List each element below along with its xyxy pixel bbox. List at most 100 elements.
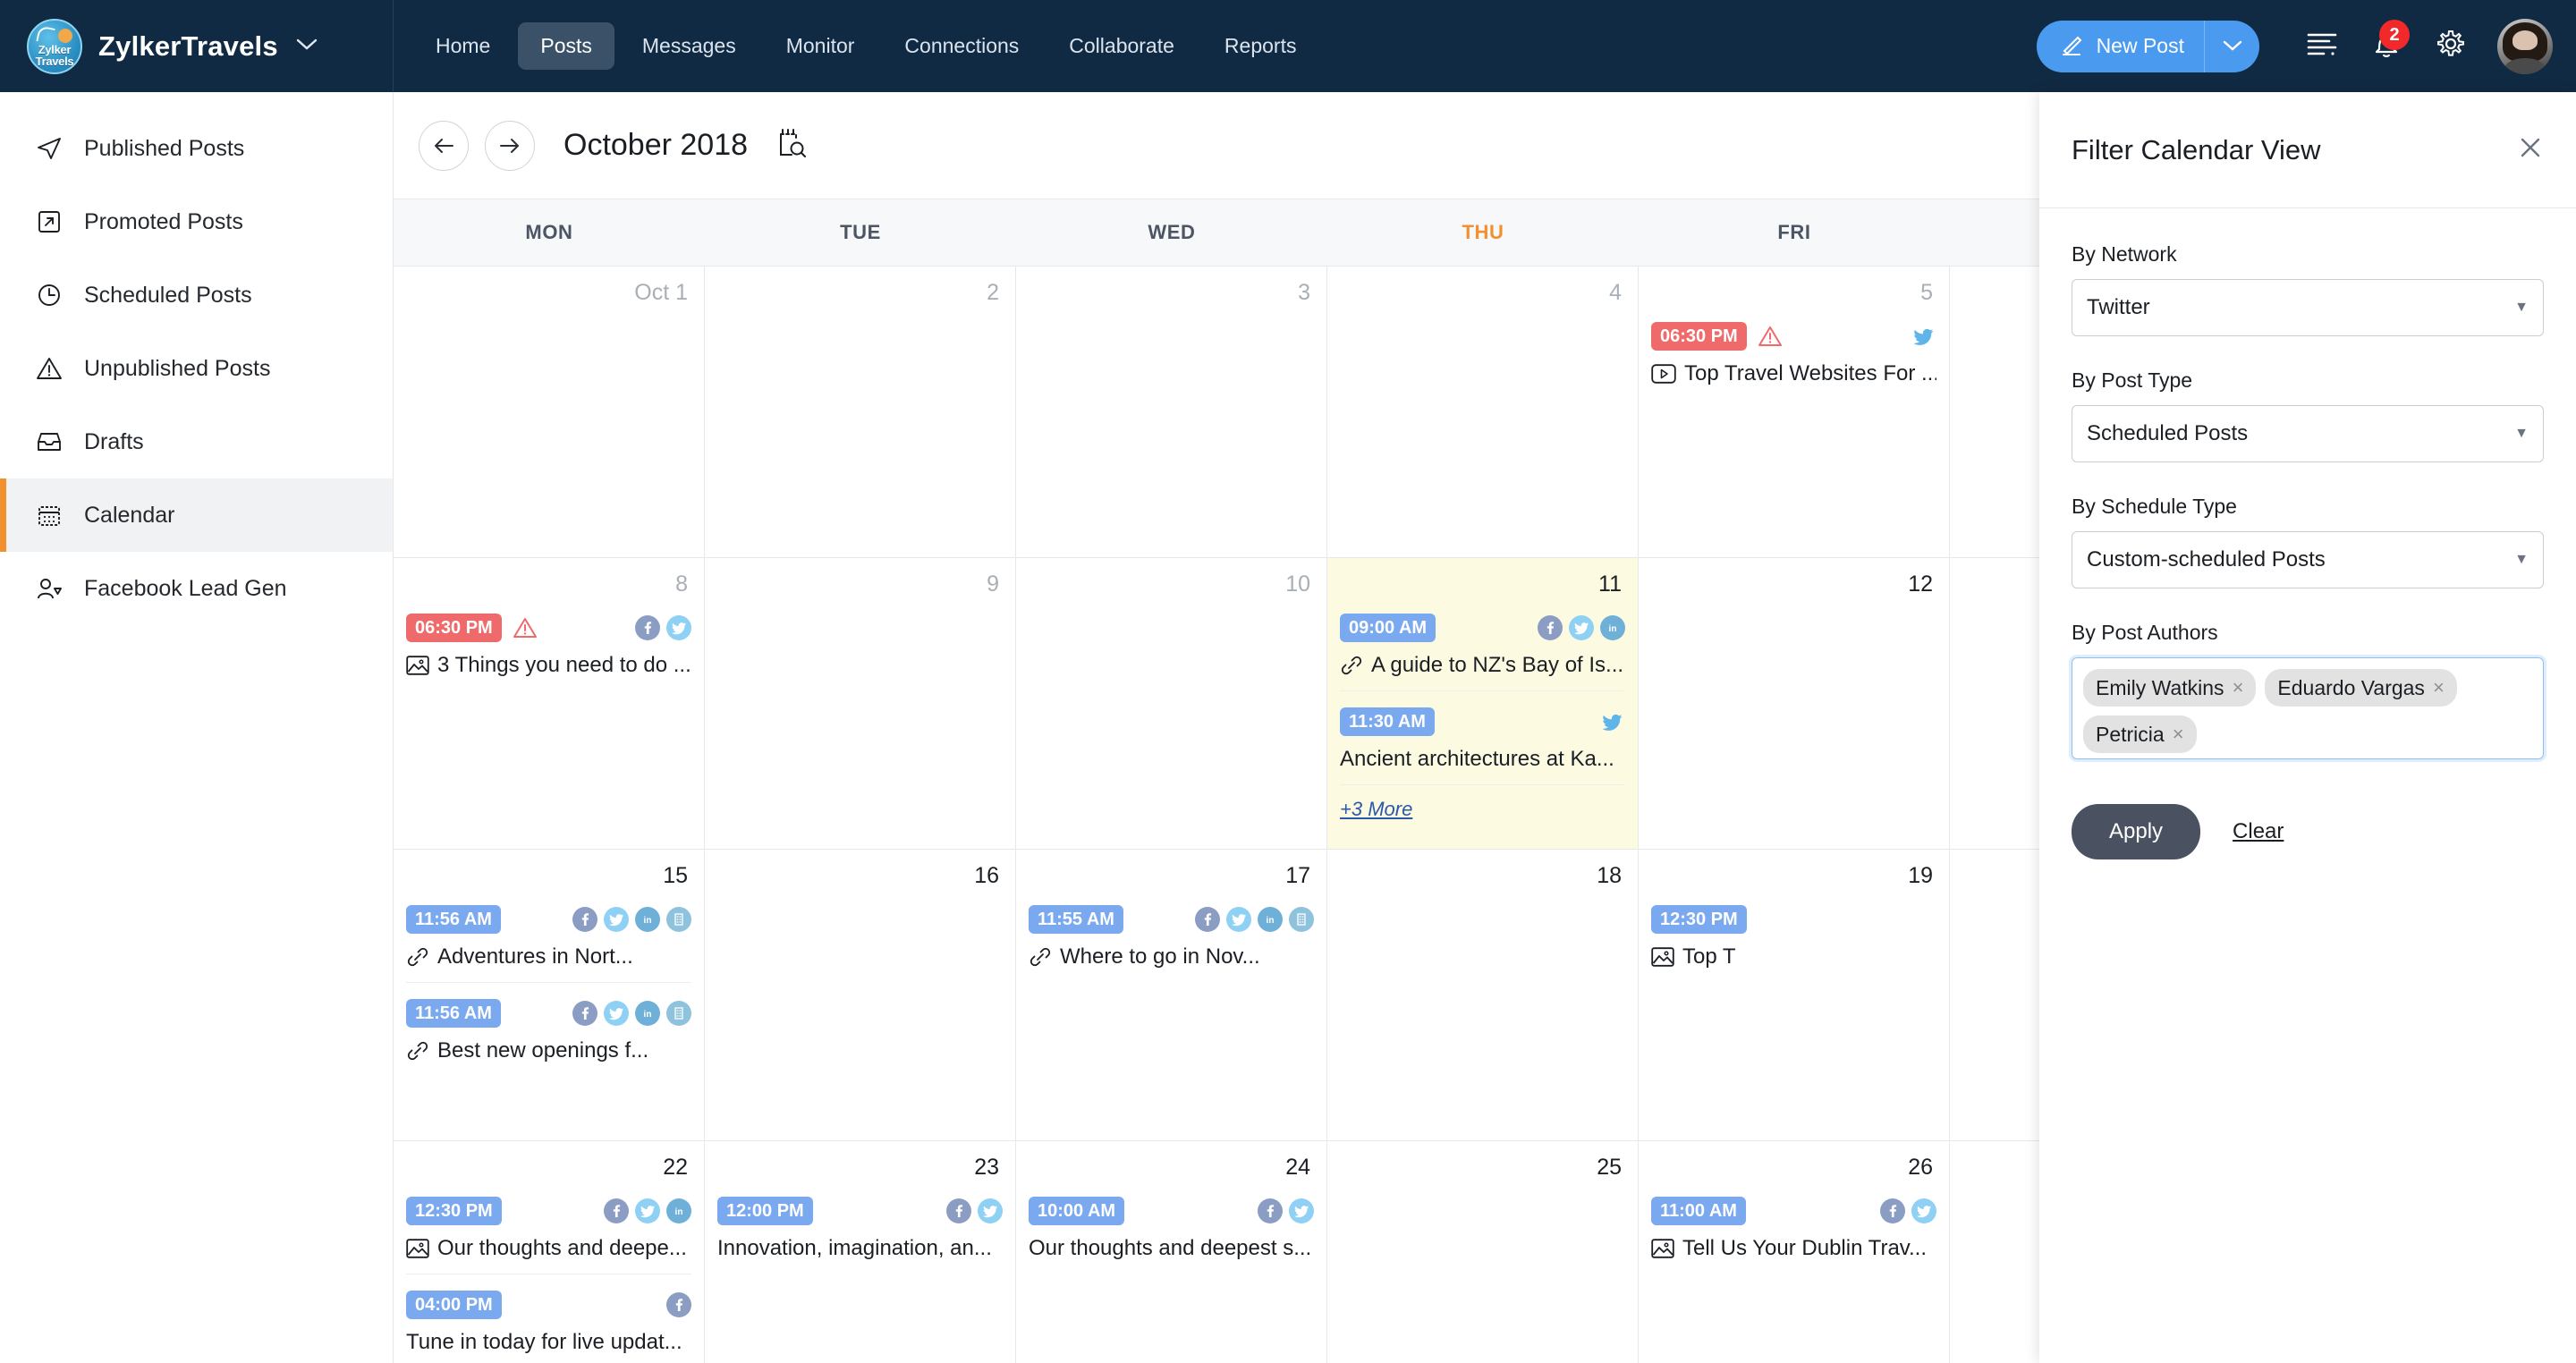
calendar-event[interactable]: 12:30 PM in Our thoughts and deepe... (406, 1181, 691, 1274)
calendar-day-cell[interactable]: Oct 1 (394, 267, 705, 557)
remove-author-icon[interactable]: × (2433, 678, 2445, 698)
warning-triangle-icon (34, 356, 64, 381)
calendar-event[interactable]: 11:55 AM in Where to go in Nov... (1029, 889, 1314, 982)
event-time-badge: 11:56 AM (406, 905, 501, 934)
calendar-day-cell[interactable]: 26 11:00 AM Tell Us Your Dublin Trav... (1639, 1141, 1950, 1363)
event-network-icons (1911, 324, 1936, 349)
calendar-event[interactable]: 06:30 PM Top Travel Websites For ... (1651, 306, 1936, 399)
chevron-down-icon[interactable] (296, 36, 318, 56)
calendar-search-button[interactable] (776, 127, 807, 164)
event-more-link[interactable]: +3 More (1340, 798, 1412, 821)
image-icon (1651, 947, 1674, 967)
calendar-day-cell[interactable]: 4 (1327, 267, 1639, 557)
sidebar-item-label: Published Posts (84, 135, 245, 161)
calendar-day-number: 19 (1908, 863, 1933, 888)
clear-button[interactable]: Clear (2233, 819, 2284, 844)
calendar-event[interactable]: 06:30 PM 3 Things you need to do ... (406, 597, 691, 690)
new-post-button[interactable]: New Post (2037, 21, 2204, 72)
calendar-day-cell[interactable]: 3 (1016, 267, 1327, 557)
post-type-select[interactable]: Scheduled Posts ▼ (2072, 405, 2544, 462)
top-bar: Zylker Travels ZylkerTravels Home Posts … (0, 0, 2576, 92)
event-network-icons: in (1195, 907, 1314, 932)
calendar-event[interactable]: 10:00 AM Our thoughts and deepest s... (1029, 1181, 1314, 1274)
author-tag[interactable]: Eduardo Vargas × (2265, 669, 2457, 707)
nav-item-reports[interactable]: Reports (1202, 22, 1319, 70)
warning-triangle-icon (513, 616, 538, 639)
calendar-day-cell[interactable]: 2 (705, 267, 1016, 557)
filter-panel-title: Filter Calendar View (2072, 133, 2321, 165)
author-tag[interactable]: Emily Watkins × (2083, 669, 2257, 707)
calendar-day-cell[interactable]: 12 (1639, 558, 1950, 849)
sidebar-item-unpublished-posts[interactable]: Unpublished Posts (0, 332, 393, 405)
calendar-day-cell[interactable]: 19 12:30 PM Top T (1639, 850, 1950, 1140)
calendar-day-cell[interactable]: 18 (1327, 850, 1639, 1140)
event-title-text: Our thoughts and deepest s... (1029, 1236, 1312, 1260)
sidebar-item-drafts[interactable]: Drafts (0, 405, 393, 478)
calendar-day-cell[interactable]: 11 09:00 AM in A guide to NZ's Bay of Is...… (1327, 558, 1639, 849)
sidebar-item-scheduled-posts[interactable]: Scheduled Posts (0, 258, 393, 332)
calendar-day-cell[interactable]: 24 10:00 AM Our thoughts and deepest s... (1016, 1141, 1327, 1363)
nav-item-connections[interactable]: Connections (882, 22, 1041, 70)
nav-item-posts[interactable]: Posts (518, 22, 614, 70)
author-tag[interactable]: Petricia × (2083, 715, 2197, 753)
close-icon[interactable] (2517, 134, 2544, 166)
previous-month-button[interactable] (419, 120, 469, 171)
calendar-event[interactable]: 11:56 AM in Best new openings f... (406, 983, 691, 1076)
inbox-icon (34, 430, 64, 453)
network-select[interactable]: Twitter ▼ (2072, 279, 2544, 336)
apply-button[interactable]: Apply (2072, 804, 2201, 859)
event-title: Top T (1651, 944, 1936, 969)
palm-tree-icon (36, 24, 55, 45)
calendar-day-cell[interactable]: 25 (1327, 1141, 1639, 1363)
pencil-icon (2060, 31, 2085, 61)
calendar-day-cell[interactable]: 17 11:55 AM in Where to go in Nov... (1016, 850, 1327, 1140)
next-month-button[interactable] (485, 120, 535, 171)
calendar-event[interactable]: 11:00 AM Tell Us Your Dublin Trav... (1651, 1181, 1936, 1274)
calendar-day-cell[interactable]: 22 12:30 PM in Our thoughts and deepe... 04:… (394, 1141, 705, 1363)
event-network-icons (1258, 1198, 1314, 1223)
new-post-dropdown-chevron-down-icon[interactable] (2204, 20, 2259, 72)
calendar-day-cell[interactable]: 9 (705, 558, 1016, 849)
user-avatar[interactable] (2497, 18, 2553, 74)
event-title: Best new openings f... (406, 1038, 691, 1063)
calendar-event[interactable]: 09:00 AM in A guide to NZ's Bay of Is... (1340, 597, 1625, 691)
nav-item-home[interactable]: Home (413, 22, 513, 70)
schedule-type-select[interactable]: Custom-scheduled Posts ▼ (2072, 531, 2544, 588)
menu-list-button[interactable] (2290, 0, 2354, 92)
gear-icon (2436, 29, 2466, 63)
calendar-event[interactable]: 12:30 PM Top T (1651, 889, 1936, 982)
nav-item-messages[interactable]: Messages (620, 22, 758, 70)
nav-item-collaborate[interactable]: Collaborate (1046, 22, 1197, 70)
settings-button[interactable] (2419, 0, 2483, 92)
main-navigation: Home Posts Messages Monitor Connections … (394, 0, 1318, 92)
remove-author-icon[interactable]: × (2233, 678, 2244, 698)
calendar-event[interactable]: 12:00 PM Innovation, imagination, an... (717, 1181, 1003, 1274)
sidebar-item-calendar[interactable]: Calendar (0, 478, 393, 552)
video-play-icon (1651, 364, 1676, 384)
user-lead-icon (34, 576, 64, 601)
calendar-day-number: 22 (663, 1155, 688, 1180)
nav-item-monitor[interactable]: Monitor (764, 22, 877, 70)
calendar-day-cell[interactable]: 15 11:56 AM in Adventures in Nort... 11:56 A… (394, 850, 705, 1140)
sidebar-item-promoted-posts[interactable]: Promoted Posts (0, 185, 393, 258)
calendar-event[interactable]: 11:56 AM in Adventures in Nort... (406, 889, 691, 983)
sidebar-item-published-posts[interactable]: Published Posts (0, 112, 393, 185)
calendar-event[interactable]: 04:00 PM Tune in today for live updat... (406, 1274, 691, 1363)
calendar-day-cell[interactable]: 16 (705, 850, 1016, 1140)
calendar-day-cell[interactable]: 23 12:00 PM Innovation, imagination, an... (705, 1141, 1016, 1363)
calendar-day-cell[interactable]: 5 06:30 PM Top Travel Websites For ... (1639, 267, 1950, 557)
brand-switcher[interactable]: Zylker Travels ZylkerTravels (0, 0, 394, 92)
day-header-wed: WED (1148, 221, 1196, 243)
sidebar-item-facebook-lead-gen[interactable]: Facebook Lead Gen (0, 552, 393, 625)
calendar-day-cell[interactable]: 8 06:30 PM 3 Things you need to do ... (394, 558, 705, 849)
post-authors-input[interactable]: Emily Watkins × Eduardo Vargas × Petricia × (2072, 657, 2544, 759)
filter-panel-body: By Network Twitter ▼ By Post Type Schedu… (2039, 208, 2576, 859)
calendar-event[interactable]: 11:30 AM Ancient architectures at Ka... (1340, 691, 1625, 785)
event-title: 3 Things you need to do ... (406, 653, 691, 678)
calendar-day-cell[interactable]: 10 (1016, 558, 1327, 849)
notifications-button[interactable]: 2 (2354, 0, 2419, 92)
schedule-type-select-value: Custom-scheduled Posts (2087, 547, 2326, 571)
twitter-icon (635, 1198, 660, 1223)
event-time-badge: 11:56 AM (406, 999, 501, 1028)
remove-author-icon[interactable]: × (2173, 724, 2184, 744)
